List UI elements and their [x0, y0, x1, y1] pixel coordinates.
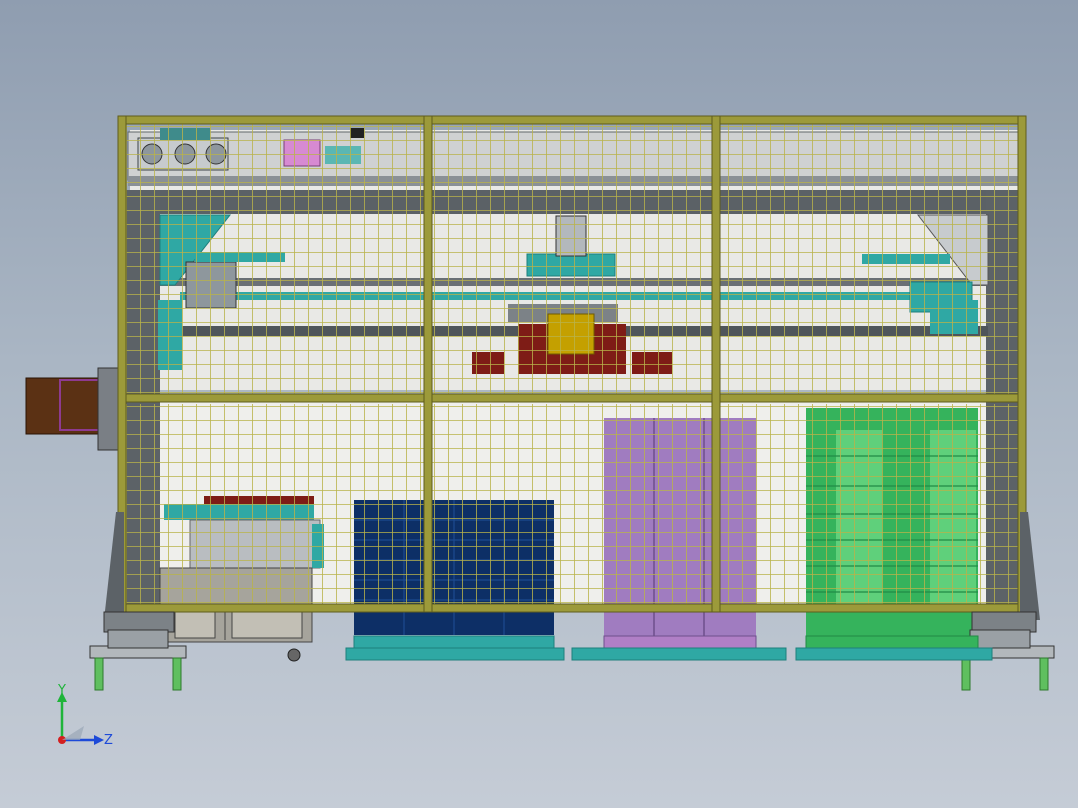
- y-axis-label: Y: [57, 683, 66, 698]
- coordinate-triad: Y Z: [57, 683, 113, 748]
- side-box: [25, 367, 119, 451]
- pallets: [345, 635, 993, 661]
- z-axis-label: Z: [104, 733, 113, 748]
- fence-mesh: [124, 122, 1020, 608]
- legs: [94, 657, 1049, 691]
- cad-viewport[interactable]: [0, 0, 1078, 808]
